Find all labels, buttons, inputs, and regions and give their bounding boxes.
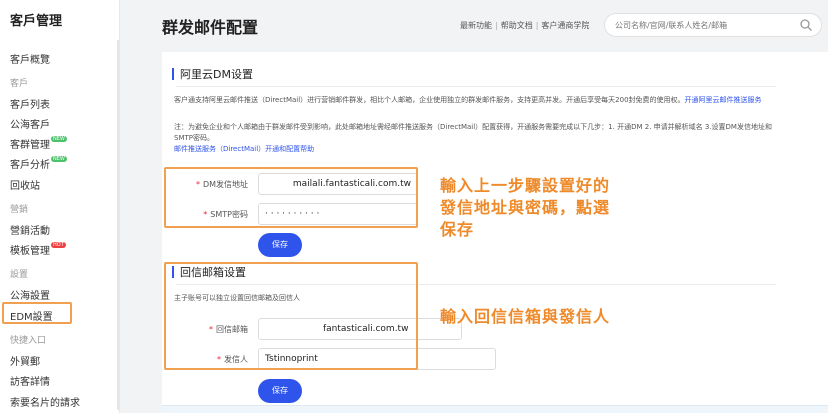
academy-link[interactable]: 客户通商学院 bbox=[541, 21, 589, 30]
reply-fields-highlight bbox=[164, 262, 418, 370]
sidebar-item-customer-groups[interactable]: 客群管理NEW bbox=[10, 136, 67, 151]
divider: | bbox=[495, 21, 498, 30]
sidebar-scrollbar[interactable] bbox=[117, 40, 120, 410]
annotation-line: 發信地址與密碼，點選 bbox=[440, 198, 611, 217]
page-title: 群发邮件配置 bbox=[162, 18, 259, 37]
sidebar-item-label: 客戶分析 bbox=[10, 160, 50, 171]
search-icon[interactable] bbox=[799, 18, 813, 32]
search-box bbox=[604, 13, 822, 37]
annotation-line: 輸入上一步驟設置好的 bbox=[440, 176, 611, 195]
sidebar-item-recycle-bin[interactable]: 回收站 bbox=[10, 177, 40, 192]
next-section-edge bbox=[162, 405, 828, 413]
whats-new-link[interactable]: 最新功能 bbox=[460, 21, 492, 30]
annotation-second: 輸入回信信箱與發信人 bbox=[440, 307, 611, 326]
annotation-first: 輸入上一步驟設置好的 發信地址與密碼，點選 保存 bbox=[440, 175, 610, 241]
sidebar-item-visitor-details[interactable]: 訪客詳情 bbox=[10, 373, 50, 388]
dm-section-title: 阿里云DM设置 bbox=[180, 68, 253, 81]
sidebar-item-overview[interactable]: 客戶概覽 bbox=[10, 51, 50, 66]
sidebar-item-public-settings[interactable]: 公海設置 bbox=[10, 287, 50, 302]
sidebar-item-trade-mail[interactable]: 外貿郵 bbox=[10, 353, 40, 368]
sidebar-group-customer: 客戶 bbox=[10, 79, 29, 89]
annotation-line: 保存 bbox=[440, 220, 475, 239]
sidebar-group-settings: 設置 bbox=[10, 270, 29, 280]
sidebar-item-customer-list[interactable]: 客戶列表 bbox=[10, 96, 50, 111]
sidebar-item-customer-analysis[interactable]: 客戶分析NEW bbox=[10, 156, 67, 171]
sidebar-item-label: 模板管理 bbox=[10, 246, 50, 257]
sidebar-item-card-requests[interactable]: 索要名片的請求 bbox=[10, 394, 80, 409]
dm-fields-highlight bbox=[164, 167, 418, 228]
sidebar-item-template-management[interactable]: 模板管理HOT bbox=[10, 242, 66, 257]
sidebar-group-quick: 快捷入口 bbox=[10, 336, 47, 346]
dm-description-text: 客户通支持阿里云邮件推送（DirectMail）进行营销邮件群发，相比个人邮箱，… bbox=[174, 96, 685, 104]
sidebar-group-marketing: 營銷 bbox=[10, 205, 29, 215]
divider bbox=[176, 86, 776, 87]
sidebar-item-label: 客群管理 bbox=[10, 140, 50, 151]
new-badge: NEW bbox=[51, 156, 67, 162]
sidebar-item-marketing-activities[interactable]: 營銷活動 bbox=[10, 222, 50, 237]
help-docs-link[interactable]: 帮助文档 bbox=[501, 21, 533, 30]
page-header: 群发邮件配置 最新功能 | 帮助文档 | 客户通商学院 bbox=[120, 0, 828, 52]
dm-description: 客户通支持阿里云邮件推送（DirectMail）进行营销邮件群发，相比个人邮箱，… bbox=[174, 95, 774, 106]
edm-settings-highlight bbox=[2, 302, 72, 324]
reply-save-button[interactable]: 保存 bbox=[258, 379, 302, 403]
sidebar-item-public-customers[interactable]: 公海客戶 bbox=[10, 116, 50, 131]
dm-note: 注：为避免企业和个人邮箱由于群发邮件受到影响，此处邮箱地址需经邮件推送服务（Di… bbox=[174, 123, 772, 142]
dm-help-link[interactable]: 邮件推送服务（DirectMail）开通和配置帮助 bbox=[174, 145, 314, 153]
header-links: 最新功能 | 帮助文档 | 客户通商学院 bbox=[460, 20, 589, 31]
dm-help-link-row: 邮件推送服务（DirectMail）开通和配置帮助 bbox=[174, 144, 774, 155]
sidebar: 客戶管理 客戶概覽 客戶 客戶列表 公海客戶 客群管理NEW 客戶分析NEW 回… bbox=[0, 0, 120, 413]
divider: | bbox=[535, 21, 539, 30]
sidebar-title: 客戶管理 bbox=[10, 14, 63, 29]
section-marker bbox=[172, 68, 174, 80]
search-input[interactable] bbox=[615, 18, 795, 32]
new-badge: NEW bbox=[51, 136, 67, 142]
dm-save-button[interactable]: 保存 bbox=[258, 233, 302, 257]
hot-badge: HOT bbox=[51, 242, 66, 248]
open-dm-service-link[interactable]: 开通阿里云邮件推送服务 bbox=[685, 96, 762, 104]
